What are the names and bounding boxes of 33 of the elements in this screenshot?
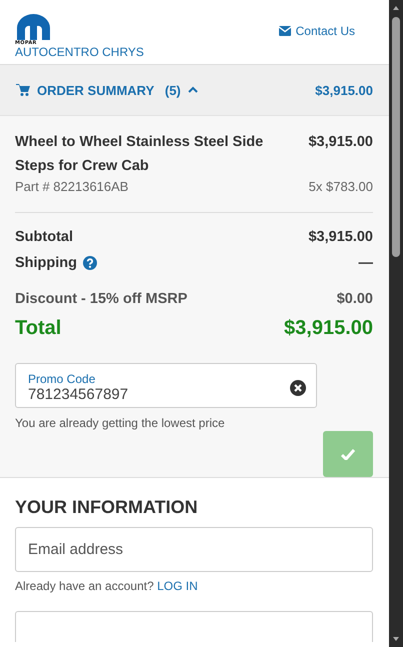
mail-icon xyxy=(278,26,291,36)
check-icon xyxy=(341,448,355,460)
summary-value: $3,915.00 xyxy=(308,229,373,245)
quantity-price: 5x $783.00 xyxy=(308,179,373,194)
summary-label: Shipping xyxy=(15,255,78,271)
caret-icon xyxy=(188,86,198,94)
account-prompt: Already have an account? LOG IN xyxy=(15,579,199,593)
contact-link[interactable]: Contact Us xyxy=(278,22,355,40)
summary-value: — xyxy=(358,255,373,271)
summary-label: Subtotal xyxy=(15,229,73,245)
order-total: $3,915.00 xyxy=(315,82,373,98)
promo-code-input[interactable]: 781234567897 xyxy=(28,386,258,403)
input-field[interactable] xyxy=(15,611,373,642)
field-label: Promo Code xyxy=(28,372,96,386)
part-number: Part # 82213616AB xyxy=(15,179,128,194)
login-link[interactable]: LOG IN xyxy=(157,579,198,593)
item-name: Wheel to Wheel Stainless Steel Side Steps for Crew Cab xyxy=(15,133,264,176)
summary-label: Discount - 15% off MSRP xyxy=(15,291,188,307)
section-heading: YOUR INFORMATION xyxy=(15,497,199,518)
email-field[interactable]: Email address xyxy=(15,527,373,572)
summary-value: $0.00 xyxy=(336,291,373,307)
clear-icon[interactable] xyxy=(290,380,306,396)
promo-code-field[interactable]: Promo Code 781234567897 xyxy=(15,363,317,408)
summary-value: $3,915.00 xyxy=(284,317,373,340)
scrollbar[interactable] xyxy=(389,0,403,647)
store-name[interactable]: AUTOCENTRO CHRYS xyxy=(15,46,144,59)
item-price: $3,915.00 xyxy=(308,133,373,152)
promo-message: You are already getting the lowest price xyxy=(15,416,226,430)
cart-icon xyxy=(16,84,30,96)
logo-icon xyxy=(15,14,52,40)
order-summary-toggle[interactable]: ORDER SUMMARY (5) xyxy=(16,82,198,98)
help-icon[interactable] xyxy=(83,256,98,270)
summary-label: Total xyxy=(15,317,62,340)
